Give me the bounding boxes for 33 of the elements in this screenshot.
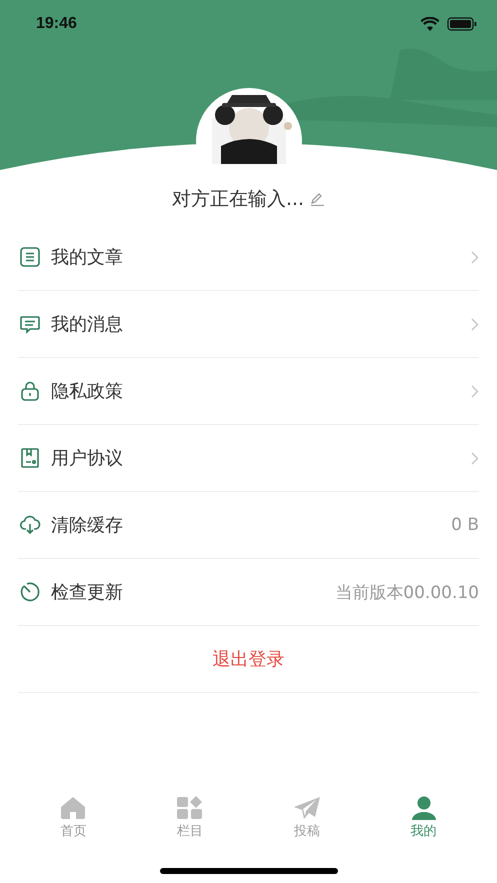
lock-icon bbox=[19, 380, 41, 402]
timer-icon bbox=[19, 581, 41, 603]
tab[interactable]: 我的 bbox=[394, 796, 454, 840]
home-icon bbox=[59, 796, 88, 820]
document-icon bbox=[19, 447, 41, 469]
menu-item[interactable]: 我的文章 bbox=[18, 224, 479, 291]
menu-label: 我的文章 bbox=[51, 246, 124, 269]
cloud-download-icon bbox=[19, 514, 41, 536]
menu-item[interactable]: 用户协议 bbox=[18, 425, 479, 492]
grid-icon bbox=[176, 796, 204, 820]
message-icon bbox=[19, 313, 41, 335]
menu-item[interactable]: 检查更新 当前版本00.00.10 bbox=[18, 559, 479, 626]
battery-icon bbox=[447, 17, 477, 31]
chevron-right-icon bbox=[471, 250, 479, 264]
menu-label: 用户协议 bbox=[51, 447, 124, 470]
menu-label: 隐私政策 bbox=[51, 380, 124, 403]
document-icon bbox=[19, 246, 41, 268]
user-name: 对方正在输入... bbox=[172, 187, 304, 212]
menu-item[interactable]: 清除缓存 0 B bbox=[18, 492, 479, 559]
menu-label: 我的消息 bbox=[51, 313, 124, 336]
edit-icon[interactable] bbox=[310, 192, 326, 206]
person-icon bbox=[410, 796, 438, 820]
menu-label: 清除缓存 bbox=[51, 514, 124, 537]
status-time: 19:46 bbox=[36, 15, 77, 33]
menu-label: 检查更新 bbox=[51, 581, 124, 604]
wifi-icon bbox=[421, 17, 439, 31]
menu-item[interactable]: 隐私政策 bbox=[18, 358, 479, 425]
paper-plane-icon bbox=[292, 796, 321, 820]
chevron-right-icon bbox=[471, 452, 479, 464]
menu-item[interactable]: 我的消息 bbox=[18, 291, 479, 358]
chevron-right-icon bbox=[471, 384, 479, 398]
chevron-right-icon bbox=[471, 318, 479, 330]
logout-button[interactable]: 退出登录 bbox=[212, 647, 284, 671]
